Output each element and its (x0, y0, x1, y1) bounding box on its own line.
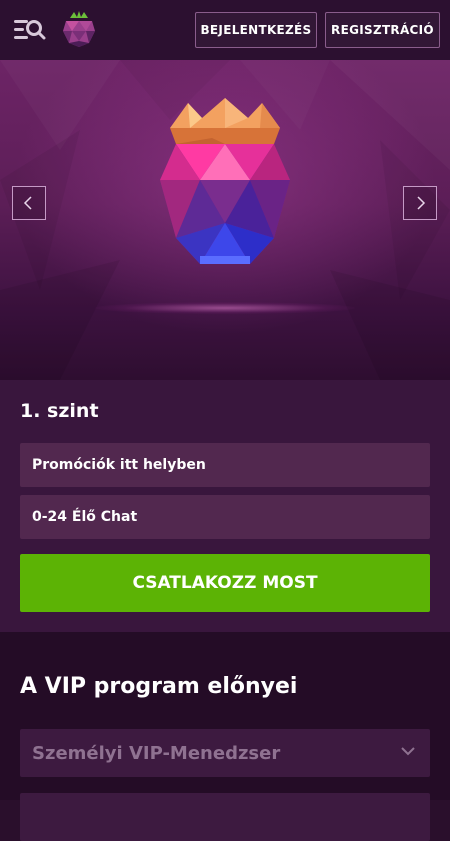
perk-item: 0-24 Élő Chat (20, 495, 430, 539)
chevron-down-icon (401, 747, 415, 756)
raspberry-gem-logo[interactable] (62, 10, 96, 48)
perk-item: Promóciók itt helyben (20, 443, 430, 487)
crowned-gem-image (150, 98, 300, 270)
register-button[interactable]: REGISZTRÁCIÓ (325, 12, 440, 48)
login-label: BEJELENTKEZÉS (200, 23, 312, 37)
join-now-button[interactable]: CSATLAKOZZ MOST (20, 554, 430, 612)
gem-glow-shadow (95, 302, 355, 314)
accordion-item-vip-manager[interactable]: Személyi VIP-Menedzser (20, 729, 430, 777)
vip-section-title: A VIP program előnyei (20, 674, 298, 699)
perk-label: Promóciók itt helyben (32, 457, 206, 473)
level-title: 1. szint (20, 400, 99, 422)
vip-benefits-section: A VIP program előnyei Személyi VIP-Mened… (0, 632, 450, 841)
chevron-right-icon (417, 196, 426, 210)
carousel-prev-button[interactable] (12, 186, 46, 220)
chevron-left-icon (23, 196, 32, 210)
hero-carousel (0, 60, 450, 380)
carousel-next-button[interactable] (403, 186, 437, 220)
join-now-label: CSATLAKOZZ MOST (132, 573, 318, 593)
vip-level-section: 1. szint Promóciók itt helyben 0-24 Élő … (0, 380, 450, 632)
top-header: BEJELENTKEZÉS REGISZTRÁCIÓ (0, 0, 450, 60)
accordion-item[interactable] (20, 793, 430, 841)
login-button[interactable]: BEJELENTKEZÉS (195, 12, 317, 48)
register-label: REGISZTRÁCIÓ (331, 23, 434, 37)
menu-search-icon[interactable] (14, 18, 46, 42)
perk-label: 0-24 Élő Chat (32, 509, 138, 525)
accordion-label: Személyi VIP-Menedzser (32, 742, 281, 764)
